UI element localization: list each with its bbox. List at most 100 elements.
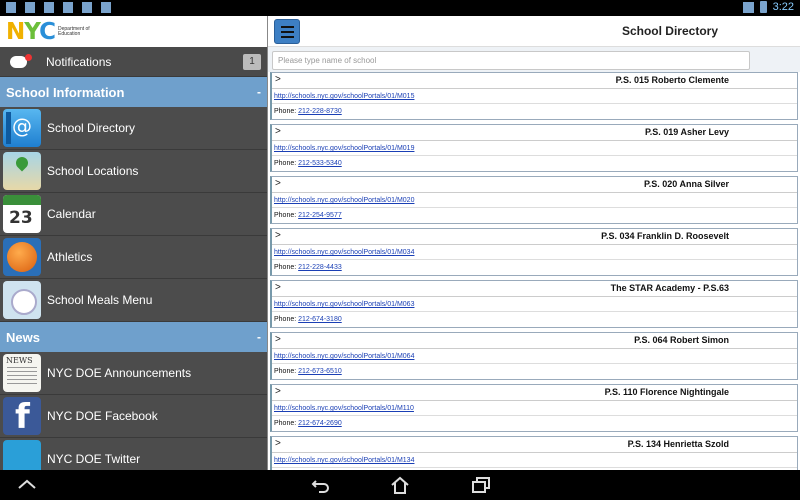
section-header-school-information[interactable]: School Information - — [0, 77, 267, 107]
school-name: P.S. 020 Anna Silver — [643, 179, 729, 189]
school-name: P.S. 134 Henrietta Szold — [627, 439, 729, 449]
map-pin-icon — [3, 152, 41, 190]
sidebar-item-school-directory[interactable]: School Directory — [0, 107, 267, 150]
home-icon[interactable] — [389, 475, 411, 495]
facebook-icon — [3, 397, 41, 435]
school-header[interactable]: > P.S. 019 Asher Levy — [272, 125, 797, 141]
school-list-item[interactable]: > P.S. 020 Anna Silver http://schools.nyc.… — [270, 176, 798, 224]
image-icon — [101, 2, 111, 13]
school-url-link[interactable]: http://schools.nyc.gov/schoolPortals/01/… — [272, 297, 797, 312]
school-url-link[interactable]: http://schools.nyc.gov/schoolPortals/01/… — [272, 245, 797, 260]
calendar-icon — [3, 195, 41, 233]
sidebar-item-school-locations[interactable]: School Locations — [0, 150, 267, 193]
sidebar-item-label: Athletics — [47, 250, 93, 264]
sidebar-item-school-meals-menu[interactable]: School Meals Menu — [0, 279, 267, 322]
main-panel: School Directory > P.S. 015 Roberto Cleme… — [267, 16, 800, 470]
logo-wordmark: NYC — [6, 19, 56, 45]
phone-number-link[interactable]: 212-674-3180 — [298, 316, 342, 323]
chat-bubble-icon — [10, 53, 32, 70]
at-sign-icon — [3, 109, 41, 147]
search-input[interactable] — [272, 51, 750, 70]
school-list-item[interactable]: > P.S. 019 Asher Levy http://schools.nyc.g… — [270, 124, 798, 172]
phone-label: Phone: — [274, 368, 297, 375]
school-header[interactable]: > The STAR Academy - P.S.63 — [272, 281, 797, 297]
school-list-item[interactable]: > P.S. 034 Franklin D. Roosevelt http://sc… — [270, 228, 798, 276]
phone-number-link[interactable]: 212-228-4433 — [298, 264, 342, 271]
usb-icon — [63, 2, 73, 13]
chevron-right-icon[interactable]: > — [275, 74, 281, 85]
phone-number-link[interactable]: 212-228-8730 — [298, 108, 342, 115]
collapse-toggle[interactable]: - — [257, 330, 261, 344]
page-title: School Directory — [621, 24, 718, 38]
chevron-right-icon[interactable]: > — [275, 230, 281, 241]
sidebar-item-label: NYC DOE Facebook — [47, 409, 158, 423]
image-icon — [82, 2, 92, 13]
phone-label: Phone: — [274, 420, 297, 427]
sidebar-item-nyc-doe-announcements[interactable]: NYC DOE Announcements — [0, 352, 267, 395]
collapse-toggle[interactable]: - — [257, 85, 261, 99]
school-phone-row: Phone: 212-674-2690 — [272, 416, 797, 431]
phone-label: Phone: — [274, 212, 297, 219]
sidebar-item-athletics[interactable]: Athletics — [0, 236, 267, 279]
download-icon — [25, 2, 35, 13]
sidebar-item-label: NYC DOE Announcements — [47, 366, 192, 380]
school-name: P.S. 015 Roberto Clemente — [615, 75, 729, 85]
status-icons-right: 3:22 — [742, 1, 794, 13]
school-url-link[interactable]: http://schools.nyc.gov/schoolPortals/01/… — [272, 141, 797, 156]
school-list-item[interactable]: > P.S. 015 Roberto Clemente http://schools… — [270, 72, 798, 120]
back-icon[interactable] — [310, 475, 332, 495]
notification-count-badge: 1 — [243, 53, 261, 70]
school-header[interactable]: > P.S. 034 Franklin D. Roosevelt — [272, 229, 797, 245]
chevron-right-icon[interactable]: > — [275, 178, 281, 189]
recent-apps-icon[interactable] — [470, 475, 492, 495]
school-name: The STAR Academy - P.S.63 — [610, 283, 729, 293]
school-name: P.S. 019 Asher Levy — [644, 127, 729, 137]
chevron-right-icon[interactable]: > — [275, 386, 281, 397]
school-header[interactable]: > P.S. 020 Anna Silver — [272, 177, 797, 193]
sidebar-item-label: School Locations — [47, 164, 139, 178]
school-url-link[interactable]: http://schools.nyc.gov/schoolPortals/01/… — [272, 349, 797, 364]
section-header-news[interactable]: News - — [0, 322, 267, 352]
sidebar-item-label: Calendar — [47, 207, 96, 221]
sidebar-item-calendar[interactable]: Calendar — [0, 193, 267, 236]
nyc-doe-logo: NYC Department of Education — [6, 19, 92, 45]
sidebar-item-notifications[interactable]: Notifications 1 — [0, 47, 267, 77]
chevron-right-icon[interactable]: > — [275, 126, 281, 137]
school-list-item[interactable]: > The STAR Academy - P.S.63 http://schools… — [270, 280, 798, 328]
school-list-item[interactable]: > P.S. 064 Robert Simon http://schools.nyc… — [270, 332, 798, 380]
sidebar-item-nyc-doe-facebook[interactable]: NYC DOE Facebook — [0, 395, 267, 438]
phone-number-link[interactable]: 212-674-2690 — [298, 420, 342, 427]
section-title: School Information — [6, 84, 125, 100]
school-url-link[interactable]: http://schools.nyc.gov/schoolPortals/01/… — [272, 401, 797, 416]
chevron-right-icon[interactable]: > — [275, 438, 281, 449]
phone-number-link[interactable]: 212-254-9577 — [298, 212, 342, 219]
header: School Directory — [268, 16, 800, 47]
school-url-link[interactable]: http://schools.nyc.gov/schoolPortals/01/… — [272, 193, 797, 208]
phone-label: Phone: — [274, 108, 297, 115]
school-url-link[interactable]: http://schools.nyc.gov/schoolPortals/01/… — [272, 453, 797, 468]
school-header[interactable]: > P.S. 134 Henrietta Szold — [272, 437, 797, 453]
school-name: P.S. 034 Franklin D. Roosevelt — [601, 231, 729, 241]
school-name: P.S. 110 Florence Nightingale — [604, 387, 729, 397]
sidebar-item-nyc-doe-twitter[interactable]: NYC DOE Twitter — [0, 438, 267, 470]
hamburger-icon[interactable] — [274, 19, 300, 44]
school-url-link[interactable]: http://schools.nyc.gov/schoolPortals/01/… — [272, 89, 797, 104]
phone-label: Phone: — [274, 160, 297, 167]
school-list-item[interactable]: > P.S. 134 Henrietta Szold http://schools.… — [270, 436, 798, 470]
chevron-right-icon[interactable]: > — [275, 282, 281, 293]
plate-icon — [3, 281, 41, 319]
warning-icon — [6, 2, 16, 13]
school-header[interactable]: > P.S. 064 Robert Simon — [272, 333, 797, 349]
chevron-right-icon[interactable]: > — [275, 334, 281, 345]
school-header[interactable]: > P.S. 110 Florence Nightingale — [272, 385, 797, 401]
sidebar-item-label: School Directory — [47, 121, 136, 135]
phone-label: Phone: — [274, 264, 297, 271]
school-list-item[interactable]: > P.S. 110 Florence Nightingale http://sch… — [270, 384, 798, 432]
phone-number-link[interactable]: 212-673-6510 — [298, 368, 342, 375]
up-arrow-icon[interactable] — [16, 475, 38, 495]
phone-number-link[interactable]: 212-533-5340 — [298, 160, 342, 167]
school-name: P.S. 064 Robert Simon — [634, 335, 729, 345]
status-icons-left — [6, 2, 111, 13]
status-bar: 3:22 — [0, 0, 800, 16]
school-header[interactable]: > P.S. 015 Roberto Clemente — [272, 73, 797, 89]
